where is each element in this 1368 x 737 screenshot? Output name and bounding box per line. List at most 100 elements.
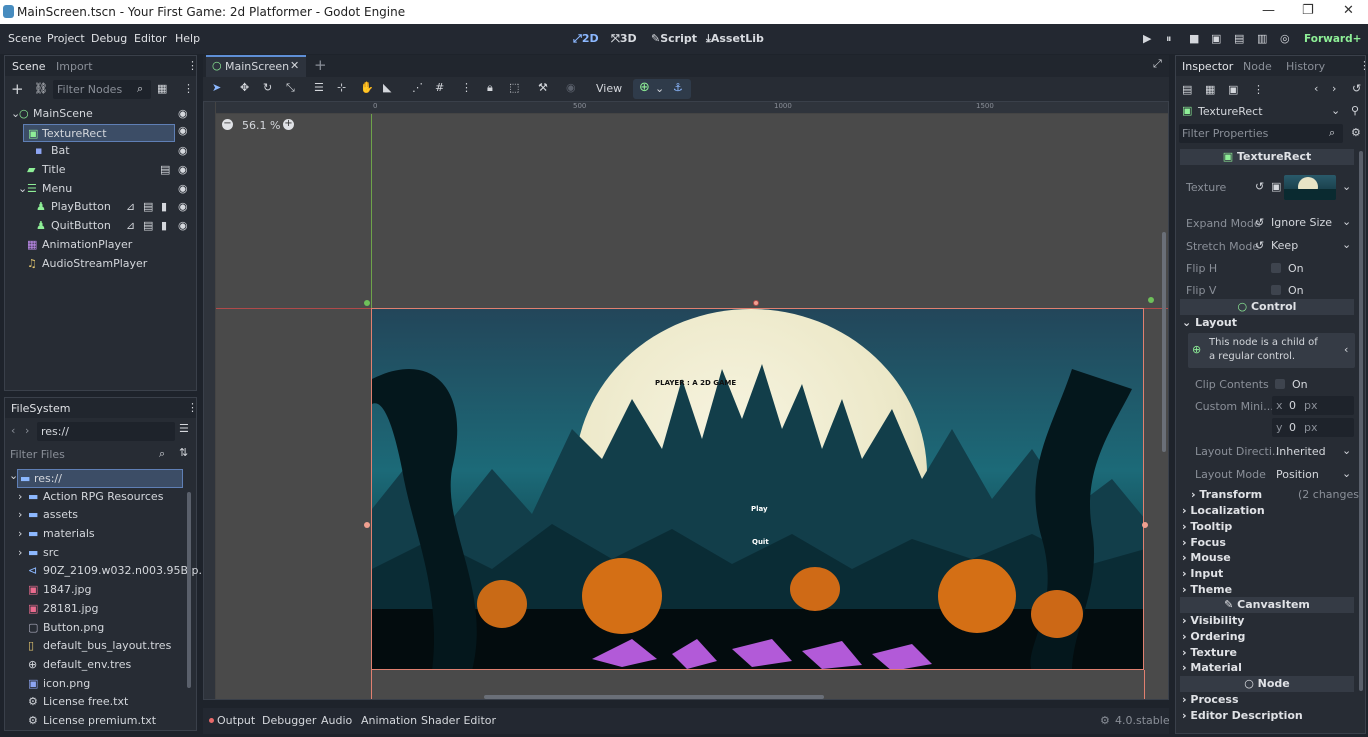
group-ordering[interactable]: › Ordering bbox=[1182, 629, 1245, 645]
link-icon[interactable]: ⛓ bbox=[34, 82, 48, 95]
custom-min-y-field[interactable]: y 0 px bbox=[1272, 418, 1354, 437]
stretch-mode-select[interactable]: Keep ⌄ bbox=[1270, 236, 1354, 255]
grid-snap-icon[interactable]: # bbox=[435, 81, 444, 94]
object-history-icon[interactable]: ↺ bbox=[1352, 82, 1361, 95]
flip-v-checkbox[interactable] bbox=[1271, 285, 1281, 295]
movie-icon[interactable]: ◎ bbox=[1280, 32, 1290, 45]
expand-arrow-icon[interactable]: › bbox=[18, 525, 22, 544]
visibility-eye-icon[interactable]: ◉ bbox=[178, 217, 188, 236]
expand-arrow-icon[interactable]: › bbox=[18, 488, 22, 507]
layout-direction-select[interactable]: Inherited ⌄ bbox=[1272, 442, 1354, 461]
tree-row[interactable]: ▦ AnimationPlayer bbox=[5, 236, 196, 255]
group-focus[interactable]: › Focus bbox=[1182, 535, 1265, 551]
tree-row[interactable]: ♟ PlayButton ⊿ ▤ ▮ ◉ bbox=[5, 198, 196, 217]
maximize-button[interactable]: ❐ bbox=[1302, 3, 1314, 18]
file-item[interactable]: › ▬ src bbox=[5, 544, 185, 563]
move-tool-icon[interactable]: ✥ bbox=[240, 81, 249, 94]
split-mode-icon[interactable]: ☰ bbox=[179, 422, 189, 435]
tab-inspector[interactable]: Inspector bbox=[1182, 60, 1233, 73]
clip-contents-checkbox[interactable] bbox=[1275, 379, 1285, 389]
selection-handle[interactable] bbox=[753, 300, 759, 306]
file-item[interactable]: ▣ 28181.jpg bbox=[5, 600, 185, 619]
zoom-out-icon[interactable]: − bbox=[222, 119, 233, 130]
camera-icon[interactable]: ◉ bbox=[566, 81, 576, 94]
group-icon[interactable]: ▤ bbox=[143, 198, 153, 217]
collapse-arrow-icon[interactable]: ⌄ bbox=[18, 180, 27, 199]
group-process[interactable]: › Process bbox=[1182, 692, 1303, 708]
file-item[interactable]: ⚙ License premium.txt bbox=[5, 712, 185, 731]
layout-mode-select[interactable]: Position ⌄ bbox=[1272, 465, 1354, 484]
file-item[interactable]: ⊲ 90Z_2109.w032.n003.95B.p... bbox=[5, 562, 209, 581]
snap-options-icon[interactable]: ⋮ bbox=[461, 81, 472, 94]
bottom-tab-shader-editor[interactable]: Shader Editor bbox=[421, 714, 496, 727]
zoom-in-icon[interactable]: + bbox=[283, 119, 294, 130]
history-forward-icon[interactable]: › bbox=[1332, 82, 1336, 95]
menu-project[interactable]: Project bbox=[47, 32, 85, 45]
minimize-button[interactable]: — bbox=[1262, 3, 1275, 18]
history-back-icon[interactable]: ‹ bbox=[1314, 82, 1318, 95]
layout-group[interactable]: ⌄ Layout bbox=[1182, 315, 1237, 331]
revert-icon[interactable]: ↺ bbox=[1255, 180, 1264, 193]
list-select-icon[interactable]: ☰ bbox=[314, 81, 324, 94]
workspace-script-button[interactable]: ✎Script bbox=[651, 32, 697, 45]
select-tool-icon[interactable]: ➤ bbox=[212, 81, 221, 94]
tab-filesystem[interactable]: FileSystem bbox=[11, 402, 70, 415]
dock-menu-icon[interactable]: ⋮ bbox=[1359, 59, 1365, 72]
tree-row[interactable]: ♫ AudioStreamPlayer bbox=[5, 255, 196, 274]
workspace-assetlib-button[interactable]: ⤓AssetLib bbox=[706, 32, 764, 46]
save-resource-icon[interactable]: ▣ bbox=[1228, 83, 1238, 96]
menu-editor[interactable]: Editor bbox=[134, 32, 167, 45]
file-item[interactable]: ▣ icon.png bbox=[5, 675, 185, 694]
group-visibility[interactable]: › Visibility bbox=[1182, 613, 1245, 629]
flip-h-checkbox[interactable] bbox=[1271, 263, 1281, 273]
bottom-tab-audio[interactable]: Audio bbox=[321, 714, 352, 727]
bottom-tab-animation[interactable]: Animation bbox=[361, 714, 417, 727]
file-item[interactable]: ⚙ License free.txt bbox=[5, 693, 185, 712]
selection-handle[interactable] bbox=[364, 522, 370, 528]
expand-arrow-icon[interactable]: › bbox=[18, 506, 22, 525]
revert-icon[interactable]: ↺ bbox=[1255, 216, 1264, 229]
workspace-3d-button[interactable]: ⤧3D bbox=[611, 32, 637, 46]
bones-icon[interactable]: ⚒ bbox=[538, 81, 548, 94]
add-node-icon[interactable]: + bbox=[11, 80, 24, 98]
tree-row[interactable]: ▪ Bat ◉ bbox=[5, 142, 196, 161]
filter-files-field[interactable]: Filter Files ⌕ bbox=[5, 445, 175, 464]
stop-icon[interactable]: ■ bbox=[1189, 32, 1199, 45]
file-item[interactable]: ▢ Button.png bbox=[5, 619, 185, 638]
visibility-eye-icon[interactable]: ◉ bbox=[178, 198, 188, 217]
filter-nodes-field[interactable]: Filter Nodes ⌕ bbox=[53, 80, 151, 99]
inspector-scrollbar[interactable] bbox=[1359, 151, 1363, 691]
smart-snap-icon[interactable]: ⋰ bbox=[412, 81, 423, 94]
scale-tool-icon[interactable]: ⤡ bbox=[286, 81, 295, 95]
group-material[interactable]: › Material bbox=[1182, 660, 1245, 676]
selection-handle[interactable] bbox=[1148, 297, 1154, 303]
file-item[interactable]: ▯ default_bus_layout.tres bbox=[5, 637, 185, 656]
group-localization[interactable]: › Localization bbox=[1182, 503, 1265, 519]
visibility-eye-icon[interactable]: ◉ bbox=[178, 105, 188, 124]
sort-icon[interactable]: ⇅ bbox=[179, 446, 188, 459]
file-item[interactable]: ▬ res:// bbox=[17, 469, 183, 488]
menu-scene[interactable]: Scene bbox=[8, 32, 42, 45]
play-icon[interactable]: ▶ bbox=[1143, 32, 1151, 45]
chevron-down-icon[interactable]: ⌄ bbox=[1342, 180, 1351, 193]
file-item[interactable]: › ▬ Action RPG Resources bbox=[5, 488, 185, 507]
distraction-free-icon[interactable]: ⤢ bbox=[1153, 57, 1162, 71]
custom-min-x-field[interactable]: x 0 px bbox=[1272, 396, 1354, 415]
lock-icon[interactable]: 🔒︎ bbox=[487, 81, 493, 95]
texture-preview-thumbnail[interactable] bbox=[1284, 175, 1336, 200]
instance-scene-icon[interactable]: ▦ bbox=[157, 82, 167, 95]
group-texture[interactable]: › Texture bbox=[1182, 645, 1245, 661]
node-doc-icon[interactable]: ⚲ bbox=[1351, 104, 1359, 117]
new-resource-icon[interactable]: ▤ bbox=[1182, 83, 1192, 96]
file-item[interactable]: › ▬ assets bbox=[5, 506, 185, 525]
expand-arrow-icon[interactable]: › bbox=[18, 544, 22, 563]
group-editor-description[interactable]: › Editor Description bbox=[1182, 708, 1303, 724]
group-tooltip[interactable]: › Tooltip bbox=[1182, 519, 1265, 535]
path-field[interactable]: res:// bbox=[37, 422, 175, 441]
file-item[interactable]: ▣ 1847.jpg bbox=[5, 581, 185, 600]
new-tab-icon[interactable]: + bbox=[314, 56, 327, 74]
texture-rect-canvas[interactable]: PLAYER : A 2D GAME Play Quit bbox=[371, 308, 1144, 670]
signal-icon[interactable]: ⊿ bbox=[126, 198, 135, 217]
viewport-vscrollbar[interactable] bbox=[1162, 232, 1166, 452]
game-play-button[interactable]: Play bbox=[751, 505, 768, 513]
